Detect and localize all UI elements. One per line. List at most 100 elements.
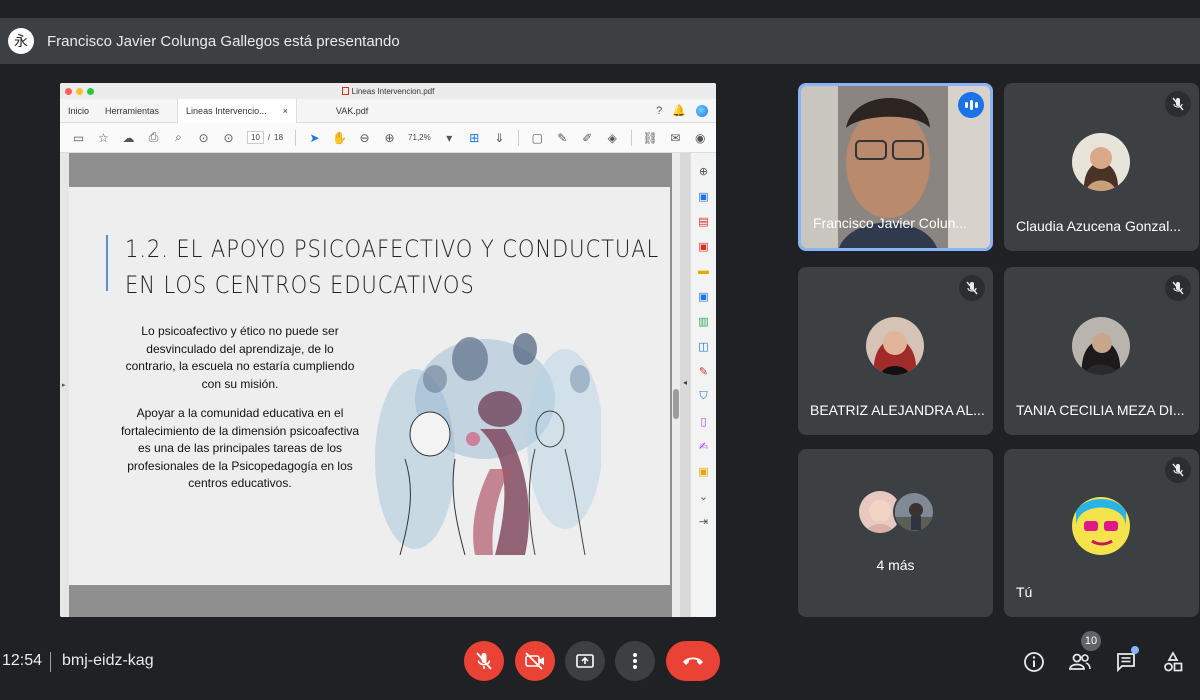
draw-icon: ✐ <box>582 130 593 145</box>
mic-off-icon <box>1165 91 1191 117</box>
microphone-toggle-button[interactable] <box>464 641 504 681</box>
scroll-mode-icon: ⇓ <box>494 130 505 145</box>
export-pdf-icon: ▣ <box>698 290 709 303</box>
pdf-scrollbar-thumb <box>673 389 679 419</box>
camera-toggle-button[interactable] <box>515 641 555 681</box>
presenter-avatar-icon: 永 <box>8 28 34 54</box>
left-panel-toggle: ▸ <box>60 153 69 617</box>
watercolor-people-illustration <box>375 319 601 555</box>
tab-close-icon: × <box>282 105 289 116</box>
avatar <box>893 491 935 533</box>
participant-name: Tú <box>1016 584 1033 600</box>
nav-herramientas: Herramientas <box>105 105 160 116</box>
pdf-tools-panel: ⊕ ▣ ▤ ▣ ▬ ▣ ▥ ◫ ✎ ⛉ ▯ ✍ ▣ ⌄ ⇥ <box>690 153 716 617</box>
slide-heading-line2: EN LOS CENTROS EDUCATIVOS <box>125 271 475 299</box>
slide-paragraph-2: Apoyar a la comunidad educativa en el fo… <box>120 406 360 490</box>
presenter-banner: 永 Francisco Javier Colunga Gallegos está… <box>0 18 1200 64</box>
scan-icon: ▯ <box>700 415 707 428</box>
add-pdf-icon: ▣ <box>698 190 709 203</box>
hand-tool-icon: ✋ <box>332 130 348 145</box>
bell-icon: 🔔 <box>672 105 686 117</box>
total-pages: 18 <box>274 133 284 142</box>
page-up-icon: ⊙ <box>198 130 209 145</box>
tab-label: Lineas Intervencio... <box>186 105 267 116</box>
cloud-upload-icon: ☁ <box>122 130 135 145</box>
page-indicator: 10 / 18 <box>247 131 283 144</box>
mic-off-icon <box>1165 457 1191 483</box>
clock-time: 12:54 <box>2 652 43 669</box>
heading-accent-bar <box>106 235 108 291</box>
info-icon <box>1024 652 1044 672</box>
help-icon: ? <box>656 104 663 117</box>
pdf-file-icon <box>341 87 349 95</box>
fit-page-icon: ⊞ <box>469 130 480 145</box>
fill-sign-icon: ✎ <box>698 365 709 378</box>
create-pdf-icon: ▣ <box>698 240 709 253</box>
right-panel-collapse-icon: ◂ <box>682 378 687 387</box>
pdf-slide-page: 1.2. EL APOYO PSICOAFECTIVO Y CONDUCTUAL… <box>69 187 670 585</box>
more-tools-chevron-icon: ⌄ <box>698 490 709 503</box>
participant-name: BEATRIZ ALEJANDRA AL... <box>810 402 985 418</box>
chat-icon <box>1117 653 1135 673</box>
participant-count-badge: 10 <box>1081 631 1101 651</box>
activities-button[interactable] <box>1160 649 1186 675</box>
bottom-divider <box>50 652 51 672</box>
participants-button[interactable] <box>1067 649 1093 675</box>
participant-tile-more[interactable]: 4 más <box>798 449 993 617</box>
link-icon: ⛓ <box>642 130 658 145</box>
leave-call-button[interactable] <box>666 641 720 681</box>
comment-tool-icon: ▬ <box>698 265 709 277</box>
page-down-icon: ⊙ <box>223 130 234 145</box>
avatar <box>1072 317 1130 375</box>
participant-name: 4 más <box>876 557 915 573</box>
participant-tile-presenter[interactable]: Francisco Javier Colun... <box>798 83 993 251</box>
collapse-panel-icon: ⇥ <box>698 515 709 528</box>
tab-lineas-intervencion: Lineas Intervencio... × <box>177 98 298 123</box>
participant-tile-self[interactable]: Tú <box>1004 449 1199 617</box>
highlight-pen-icon: ✎ <box>557 130 568 145</box>
protect-shield-icon: ⛉ <box>699 389 708 402</box>
meeting-details-button[interactable] <box>1021 649 1047 675</box>
avatar <box>866 317 924 375</box>
current-page: 10 <box>247 131 264 144</box>
shared-screen: Lineas Intervencion.pdf Inicio Herramien… <box>60 83 716 617</box>
save-icon: ▭ <box>72 130 85 145</box>
comment-icon: ▢ <box>531 130 543 145</box>
slide-heading-line1: 1.2. EL APOYO PSICOAFECTIVO Y CONDUCTUAL <box>125 235 660 263</box>
participant-tile-claudia[interactable]: Claudia Azucena Gonzal... <box>1004 83 1199 251</box>
meeting-code: bmj-eidz-kag <box>62 652 154 669</box>
tab-vak: VAK.pdf <box>297 99 407 123</box>
pdf-toolbar: ▭ ☆ ☁ ⎙ ⌕ ⊙ ⊙ 10 / 18 ➤ ✋ ⊖ ⊕ 71,2% ▾ ⊞ … <box>60 123 716 153</box>
more-vert-icon <box>633 653 637 669</box>
speaking-indicator-icon <box>958 92 984 118</box>
organize-pages-icon: ▤ <box>698 215 709 228</box>
select-cursor-icon: ➤ <box>309 130 320 145</box>
zoom-out-icon: ⊖ <box>359 130 370 145</box>
video-off-icon <box>525 652 544 670</box>
people-icon <box>1069 653 1091 670</box>
print-icon: ⎙ <box>148 130 159 144</box>
present-screen-button[interactable] <box>565 641 605 681</box>
slide-heading: 1.2. EL APOYO PSICOAFECTIVO Y CONDUCTUAL… <box>125 231 660 303</box>
more-options-button[interactable] <box>615 641 655 681</box>
star-icon: ☆ <box>98 130 109 145</box>
pdf-tabbar: Inicio Herramientas Lineas Intervencio..… <box>60 98 716 123</box>
present-screen-icon <box>576 654 594 668</box>
nav-inicio: Inicio <box>68 105 90 116</box>
zoom-in-icon: ⊕ <box>384 130 395 145</box>
hang-up-icon <box>683 657 703 665</box>
zoom-level: 71,2% <box>408 133 431 142</box>
page-separator: / <box>267 133 271 142</box>
stamp-tool-icon: ▣ <box>698 465 709 478</box>
pdf-scrollbar-track <box>672 153 680 617</box>
participant-tile-beatriz[interactable]: BEATRIZ ALEJANDRA AL... <box>798 267 993 435</box>
edit-pdf-icon: ▥ <box>698 315 709 328</box>
participant-tile-tania[interactable]: TANIA CECILIA MEZA DI... <box>1004 267 1199 435</box>
zoom-dropdown-icon: ▾ <box>446 130 453 145</box>
tab-label: VAK.pdf <box>335 105 369 116</box>
participant-name: Claudia Azucena Gonzal... <box>1016 218 1181 234</box>
account-icon: ◉ <box>694 130 706 145</box>
stamp-icon: ◈ <box>607 130 617 145</box>
slide-paragraph-1: Lo psicoafectivo y ético no puede ser de… <box>125 324 355 391</box>
pdf-window-title: Lineas Intervencion.pdf <box>351 86 435 96</box>
